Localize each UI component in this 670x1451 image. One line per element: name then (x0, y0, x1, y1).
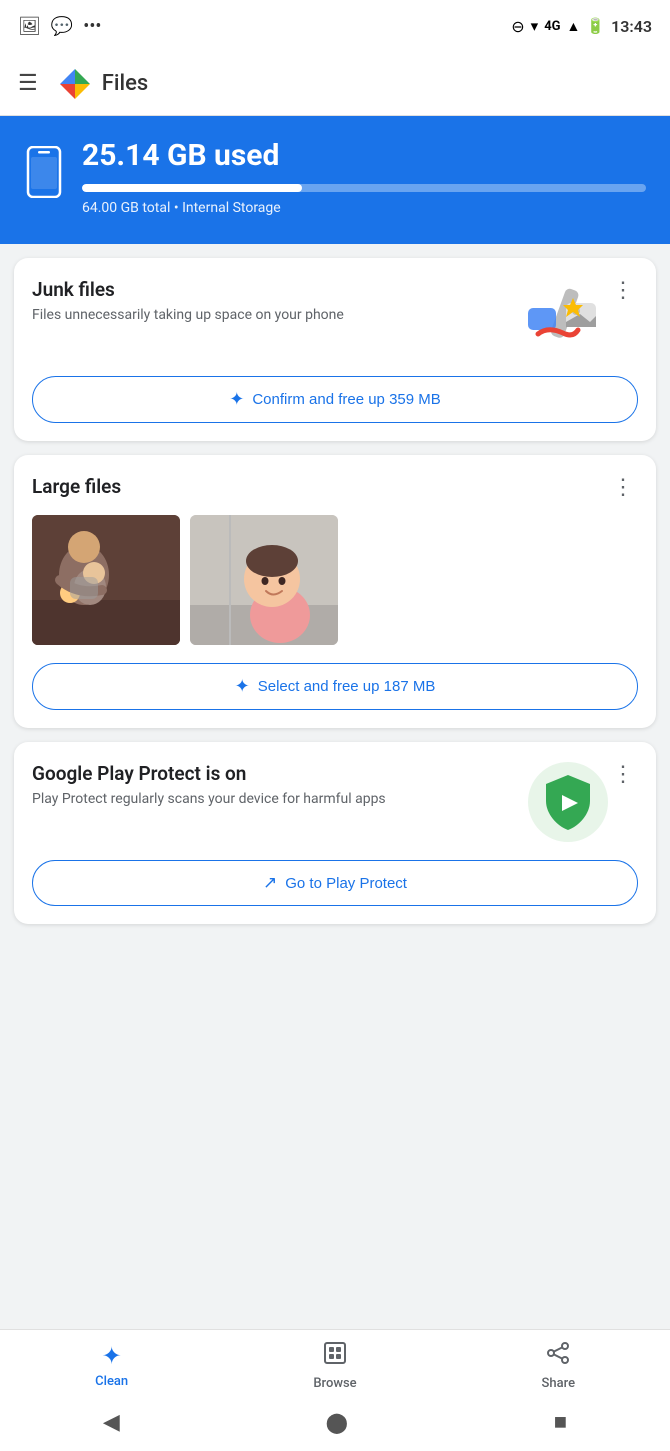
clean-nav-label: Clean (95, 1374, 128, 1389)
cards-container: Junk files Files unnecessarily taking up… (0, 244, 670, 1315)
phone-storage-icon (24, 146, 64, 208)
menu-button[interactable]: ☰ (18, 71, 38, 96)
dots-status-icon: ••• (83, 16, 101, 37)
play-protect-card: Google Play Protect is on Play Protect r… (14, 742, 656, 924)
storage-bar (82, 184, 646, 192)
large-files-action-label: Select and free up 187 MB (258, 678, 436, 695)
app-logo (58, 67, 92, 101)
large-files-title-section: Large files (32, 475, 608, 498)
large-file-thumb-2[interactable] (190, 515, 338, 645)
play-protect-action-label: Go to Play Protect (285, 875, 407, 892)
junk-files-more-button[interactable]: ⋮ (608, 278, 638, 304)
back-button[interactable]: ◀ (103, 1410, 120, 1435)
browse-nav-icon (322, 1340, 348, 1372)
play-protect-shield-container (528, 762, 608, 842)
sparkle-icon-large: ✦ (235, 676, 250, 697)
junk-files-icon (518, 278, 608, 358)
storage-used-label: 25.14 GB used (82, 138, 646, 174)
clean-nav-icon: ✦ (102, 1342, 122, 1370)
dnd-icon: ⊖ (511, 17, 524, 36)
large-files-card: Large files ⋮ (14, 455, 656, 728)
browse-nav-label: Browse (313, 1376, 356, 1391)
home-button[interactable]: ⬤ (326, 1410, 348, 1434)
junk-files-title-section: Junk files Files unnecessarily taking up… (32, 278, 508, 326)
status-bar: 🖼 💬 ••• ⊖ ▾ 4G ▲ 🔋 13:43 (0, 0, 670, 52)
photo-status-icon: 🖼 (18, 16, 41, 37)
junk-files-subtitle: Files unnecessarily taking up space on y… (32, 306, 508, 326)
status-time: 13:43 (611, 17, 652, 36)
share-nav-label: Share (542, 1376, 576, 1391)
app-title: Files (102, 71, 148, 96)
storage-total-label: 64.00 GB total • Internal Storage (82, 200, 646, 216)
wifi-icon: ▾ (531, 17, 539, 35)
signal-bars-icon: ▲ (567, 18, 581, 35)
whatsapp-status-icon: 💬 (51, 16, 73, 37)
external-link-icon: ↗ (263, 873, 277, 893)
play-protect-action-button[interactable]: ↗ Go to Play Protect (32, 860, 638, 906)
storage-banner: 25.14 GB used 64.00 GB total • Internal … (0, 116, 670, 244)
system-nav-bar: ◀ ⬤ ■ (0, 1397, 670, 1451)
large-files-card-header: Large files ⋮ (32, 475, 638, 501)
nav-item-clean[interactable]: ✦ Clean (0, 1342, 223, 1389)
sparkle-icon: ✦ (229, 389, 244, 410)
large-files-thumbnails (32, 515, 638, 645)
junk-files-title: Junk files (32, 278, 508, 301)
recents-button[interactable]: ■ (554, 1409, 567, 1435)
storage-bar-fill (82, 184, 302, 192)
junk-files-card: Junk files Files unnecessarily taking up… (14, 258, 656, 441)
status-right-icons: ⊖ ▾ 4G ▲ 🔋 13:43 (511, 17, 652, 36)
junk-files-action-button[interactable]: ✦ Confirm and free up 359 MB (32, 376, 638, 423)
bottom-nav: ✦ Clean Browse Share (0, 1329, 670, 1397)
play-protect-title-section: Google Play Protect is on Play Protect r… (32, 762, 518, 810)
play-protect-title: Google Play Protect is on (32, 762, 518, 785)
status-left-icons: 🖼 💬 ••• (18, 16, 102, 37)
play-protect-subtitle: Play Protect regularly scans your device… (32, 790, 518, 810)
play-protect-more-button[interactable]: ⋮ (608, 762, 638, 788)
app-logo-area: Files (58, 67, 148, 101)
storage-info: 25.14 GB used 64.00 GB total • Internal … (82, 138, 646, 216)
signal-4g-icon: 4G (544, 19, 560, 34)
large-files-action-button[interactable]: ✦ Select and free up 187 MB (32, 663, 638, 710)
app-bar: ☰ Files (0, 52, 670, 116)
share-nav-icon (545, 1340, 571, 1372)
large-files-title: Large files (32, 475, 608, 498)
battery-icon: 🔋 (586, 17, 605, 35)
nav-item-browse[interactable]: Browse (223, 1340, 446, 1391)
nav-item-share[interactable]: Share (447, 1340, 670, 1391)
large-file-thumb-1[interactable] (32, 515, 180, 645)
junk-files-action-label: Confirm and free up 359 MB (252, 391, 440, 408)
play-protect-card-header: Google Play Protect is on Play Protect r… (32, 762, 638, 842)
large-files-more-button[interactable]: ⋮ (608, 475, 638, 501)
junk-files-card-header: Junk files Files unnecessarily taking up… (32, 278, 638, 358)
